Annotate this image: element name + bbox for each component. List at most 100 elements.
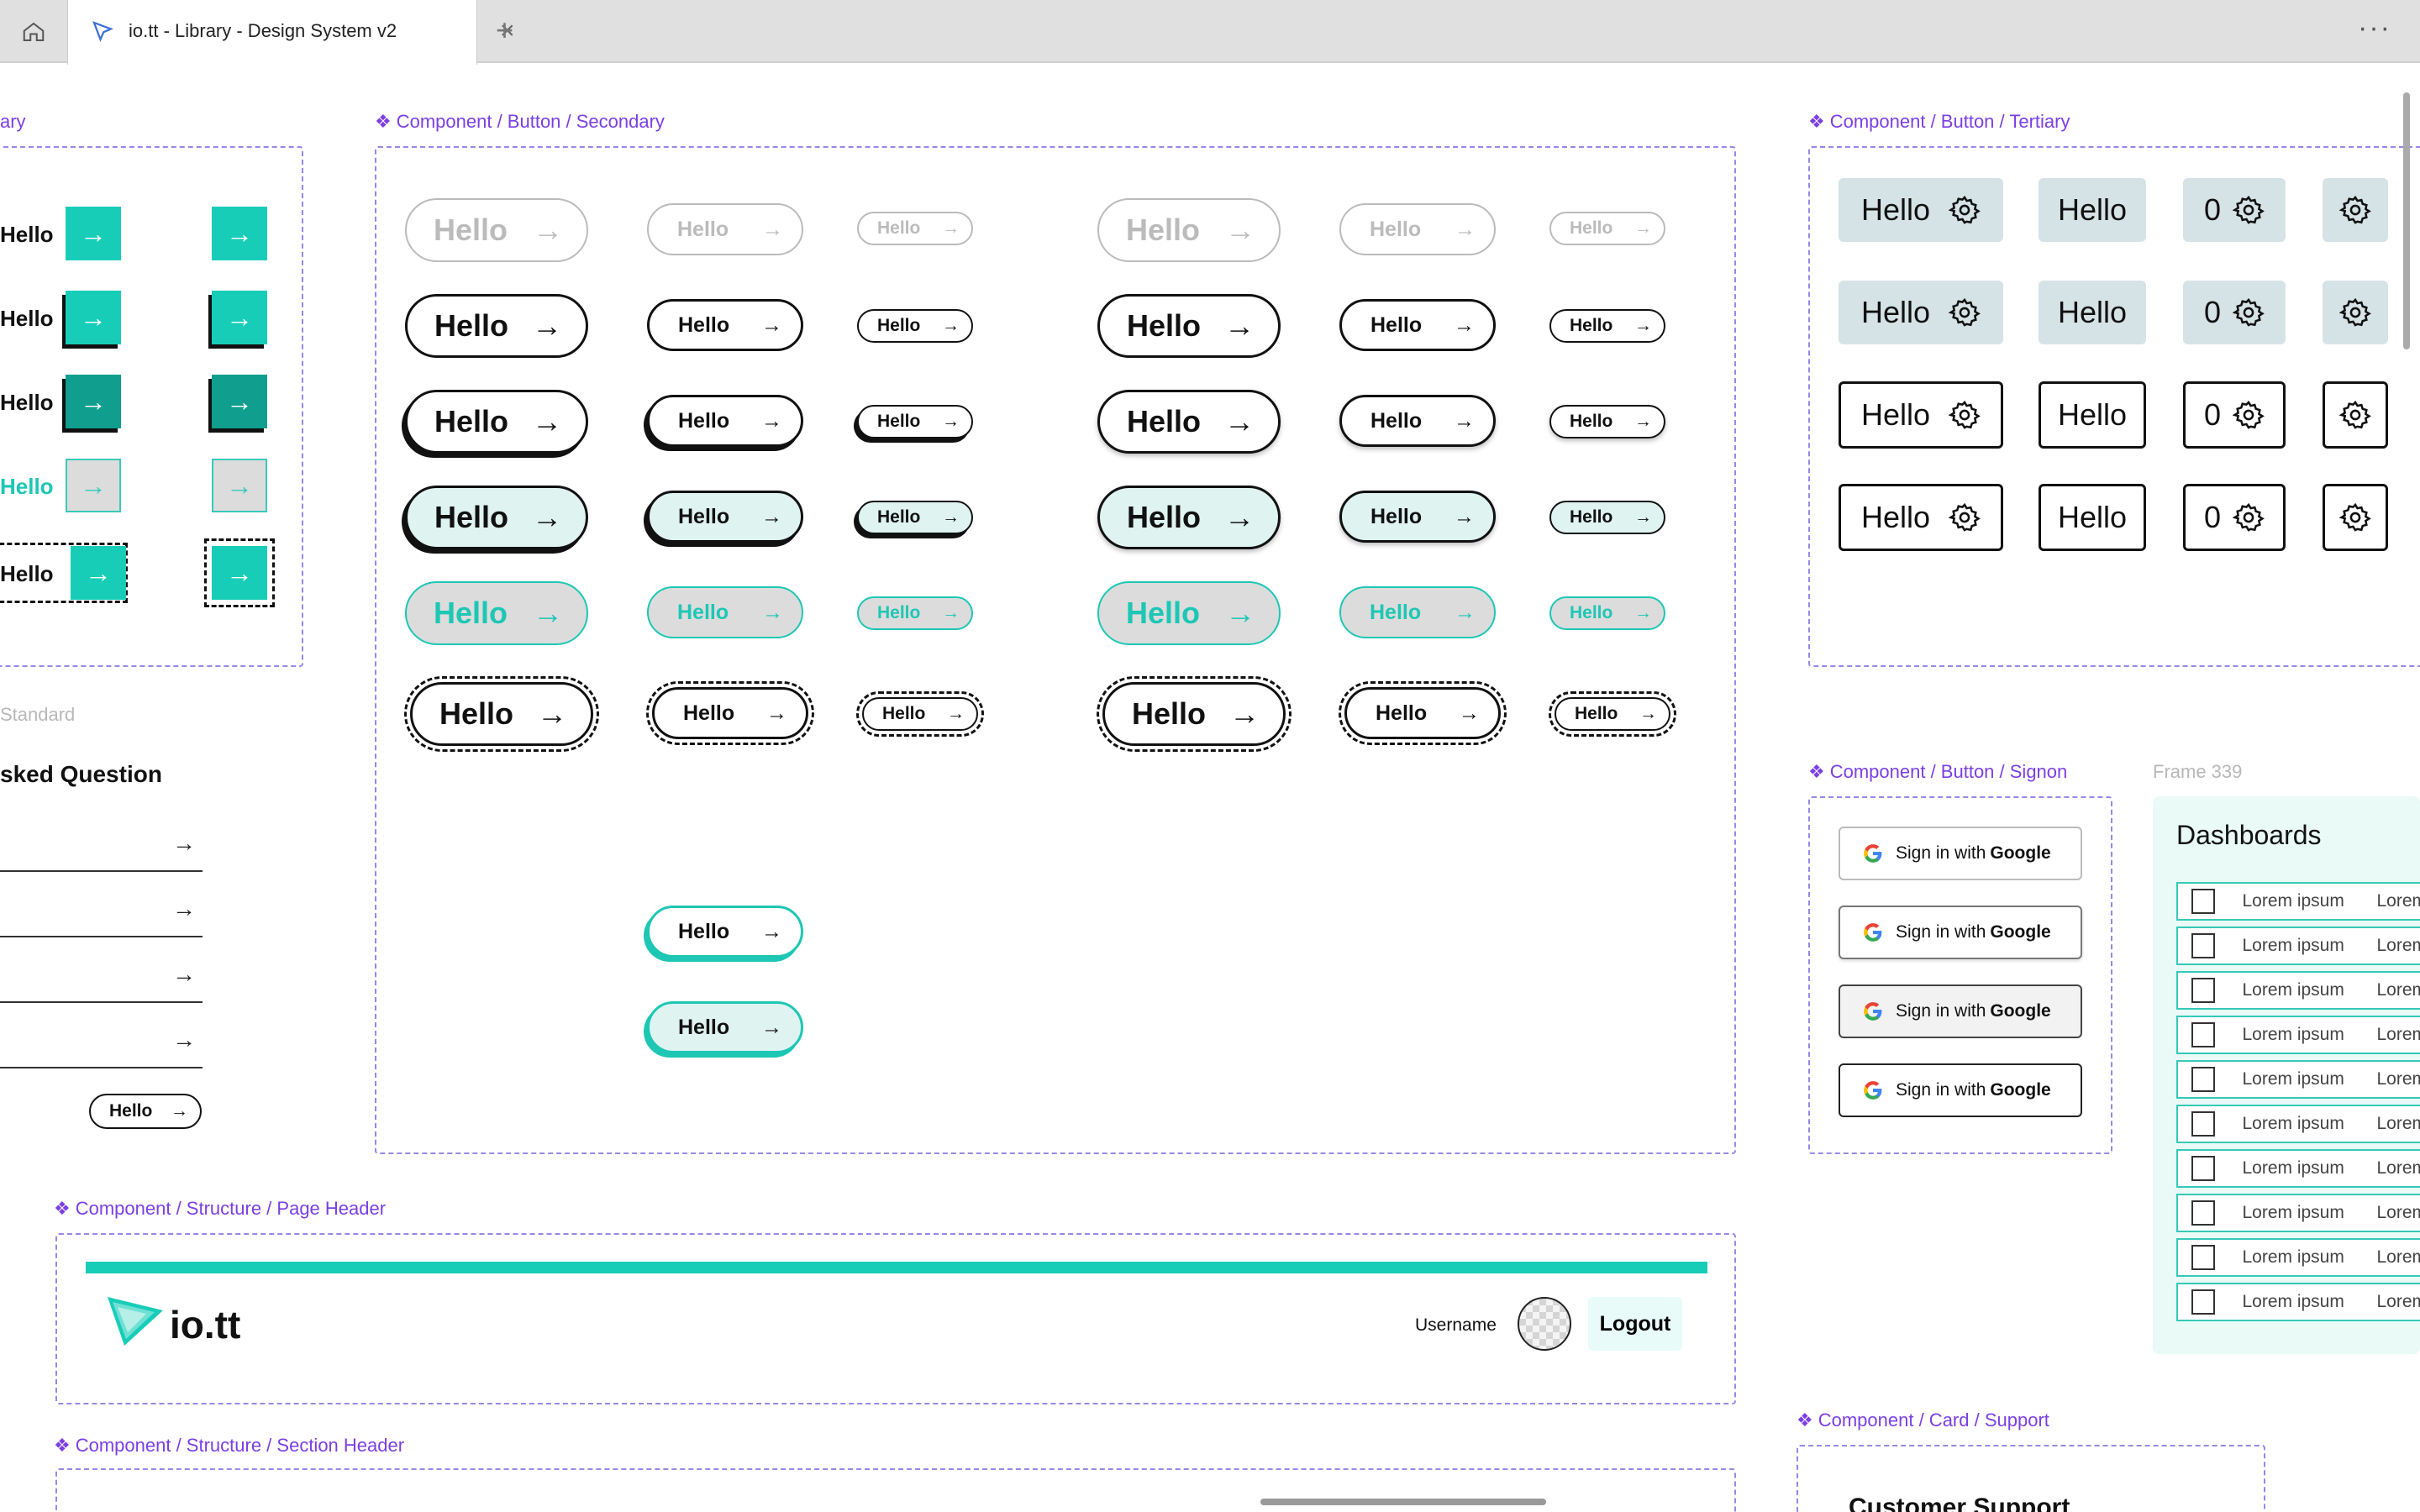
tertiary-button-count-outline-pressed[interactable]: 0 [2183, 484, 2286, 551]
tertiary-button-count-hover[interactable]: 0 [2183, 281, 2286, 344]
secondary-button-focus[interactable]: Hello → [1339, 681, 1507, 745]
secondary-button-hover[interactable]: Hello → [1097, 390, 1281, 454]
icon-only-button-focus[interactable]: → [204, 538, 275, 607]
vertical-scrollbar[interactable] [2403, 92, 2410, 349]
checkbox[interactable] [2191, 978, 2216, 1003]
tertiary-button-hover[interactable]: Hello [2039, 281, 2146, 344]
secondary-button-focus[interactable]: Hello → [1097, 676, 1292, 752]
faq-hello-button[interactable]: Hello → [89, 1094, 202, 1129]
tertiary-button-icon-outline-pressed[interactable]: Hello [1839, 484, 2003, 551]
secondary-button-focus[interactable]: Hello → [404, 676, 599, 752]
primary-button-label[interactable]: Hello [0, 222, 54, 248]
tertiary-button-icon-hover[interactable]: Hello [1839, 281, 2003, 344]
secondary-button-pressed[interactable]: Hello → [1097, 486, 1281, 549]
list-item[interactable]: Lorem ipsum Lorem [2176, 1060, 2420, 1099]
primary-arrow-button-pressed[interactable]: → [66, 375, 121, 428]
tertiary-button[interactable]: Hello [2039, 178, 2146, 242]
faq-arrow-icon[interactable]: → [172, 895, 196, 922]
new-tab-icon[interactable]: + [496, 13, 513, 47]
checkbox[interactable] [2191, 889, 2216, 914]
icon-only-button-pressed[interactable]: → [212, 375, 267, 428]
primary-arrow-button[interactable]: → [66, 207, 121, 260]
secondary-button-focus[interactable]: Hello → [646, 681, 814, 745]
secondary-button-pressed[interactable]: Hello → [1339, 491, 1496, 543]
google-signin-button[interactable]: Sign in with Google [1839, 827, 2082, 880]
google-logo-icon [1864, 1002, 1882, 1021]
tertiary-icon-button-hover[interactable] [2323, 281, 2388, 344]
tertiary-button-icon[interactable]: Hello [1839, 178, 2003, 242]
list-item[interactable]: Lorem ipsum Lorem [2176, 927, 2420, 965]
tertiary-icon-button[interactable] [2323, 178, 2388, 242]
tab-title: io.tt - Library - Design System v2 [129, 20, 397, 41]
checkbox[interactable] [2191, 1156, 2216, 1181]
google-signin-button-pressed[interactable]: Sign in with Google [1839, 984, 2082, 1038]
icon-only-button-hover[interactable]: → [212, 291, 267, 344]
checkbox[interactable] [2191, 933, 2216, 958]
faq-arrow-icon[interactable]: → [172, 1026, 196, 1053]
list-item[interactable]: Lorem ipsum Lorem [2176, 882, 2420, 921]
more-options-icon[interactable]: ··· [2358, 12, 2391, 45]
secondary-button-pressed[interactable]: Hello → [857, 501, 973, 534]
primary-arrow-button-hover[interactable]: → [66, 291, 121, 344]
tertiary-button-outline-pressed[interactable]: Hello [2039, 484, 2146, 551]
secondary-button[interactable]: Hello → [405, 294, 588, 358]
secondary-button-hover[interactable]: Hello → [1549, 405, 1665, 438]
secondary-button-hover[interactable]: Hello → [1339, 395, 1496, 447]
dashboards-title: Dashboards [2176, 820, 2322, 850]
checkbox[interactable] [2191, 1200, 2216, 1226]
logo-text[interactable]: io.tt [170, 1302, 240, 1347]
google-signin-button-hover[interactable]: Sign in with Google [1839, 906, 2082, 959]
checkbox[interactable] [2191, 1245, 2216, 1270]
google-signin-button-focus[interactable]: Sign in with Google [1839, 1063, 2082, 1117]
tertiary-button-count-outline[interactable]: 0 [2183, 381, 2286, 449]
secondary-button-hover[interactable]: Hello → [647, 395, 803, 447]
checkbox[interactable] [2191, 1289, 2216, 1315]
secondary-button[interactable]: Hello → [1097, 294, 1281, 358]
checkbox[interactable] [2191, 1022, 2216, 1047]
secondary-button-pressed[interactable]: Hello → [647, 491, 803, 543]
home-icon[interactable] [0, 0, 67, 63]
gear-icon [2233, 502, 2265, 532]
list-item[interactable]: Lorem ipsum Lorem [2176, 1283, 2420, 1321]
secondary-button[interactable]: Hello → [647, 299, 803, 351]
secondary-button-focus[interactable]: Hello → [1549, 691, 1676, 737]
tertiary-icon-button-outline[interactable] [2323, 381, 2388, 449]
checkbox[interactable] [2191, 1067, 2216, 1092]
secondary-button-pressed[interactable]: Hello → [405, 486, 588, 549]
list-item[interactable]: Lorem ipsum Lorem [2176, 1149, 2420, 1188]
secondary-button[interactable]: Hello → [1339, 299, 1496, 351]
secondary-button-pressed[interactable]: Hello → [1549, 501, 1665, 534]
secondary-button-focus[interactable]: Hello → [856, 691, 984, 737]
secondary-button-hover[interactable]: Hello → [405, 390, 588, 454]
tertiary-button-icon-outline[interactable]: Hello [1839, 381, 2003, 449]
faq-arrow-icon[interactable]: → [172, 961, 196, 988]
iott-logo-icon[interactable] [106, 1294, 165, 1349]
primary-arrow-button-disabled: → [66, 459, 121, 512]
list-item[interactable]: Lorem ipsum Lorem [2176, 1238, 2420, 1277]
primary-arrow-button-focus[interactable]: → [71, 546, 126, 600]
tertiary-button-count[interactable]: 0 [2183, 178, 2286, 242]
secondary-button-teal-pressed[interactable]: Hello → [647, 1001, 803, 1053]
secondary-button[interactable]: Hello → [857, 309, 973, 343]
tertiary-button-outline[interactable]: Hello [2039, 381, 2146, 449]
secondary-button-teal[interactable]: Hello → [647, 906, 803, 958]
gear-icon [2339, 195, 2371, 224]
horizontal-scrollbar[interactable] [1260, 1499, 1546, 1505]
list-item[interactable]: Lorem ipsum Lorem [2176, 1194, 2420, 1232]
list-item[interactable]: Lorem ipsum Lorem [2176, 1016, 2420, 1054]
browser-tab[interactable]: io.tt - Library - Design System v2 × [67, 0, 515, 65]
list-item[interactable]: Lorem ipsum Lorem [2176, 1105, 2420, 1143]
logout-button[interactable]: Logout [1588, 1297, 1682, 1351]
avatar[interactable] [1518, 1297, 1571, 1351]
secondary-button[interactable]: Hello → [1549, 309, 1665, 343]
icon-only-button[interactable]: → [212, 207, 267, 260]
secondary-button-hover[interactable]: Hello → [857, 405, 973, 438]
tertiary-icon-button-outline-pressed[interactable] [2323, 484, 2388, 551]
checkbox[interactable] [2191, 1111, 2216, 1137]
faq-arrow-icon[interactable]: → [172, 830, 196, 857]
primary-button-label[interactable]: Hello [0, 306, 54, 332]
card-title: Customer Support [1849, 1494, 2070, 1512]
secondary-frame [375, 146, 1736, 1154]
primary-button-label[interactable]: Hello [0, 390, 54, 416]
list-item[interactable]: Lorem ipsum Lorem [2176, 971, 2420, 1010]
